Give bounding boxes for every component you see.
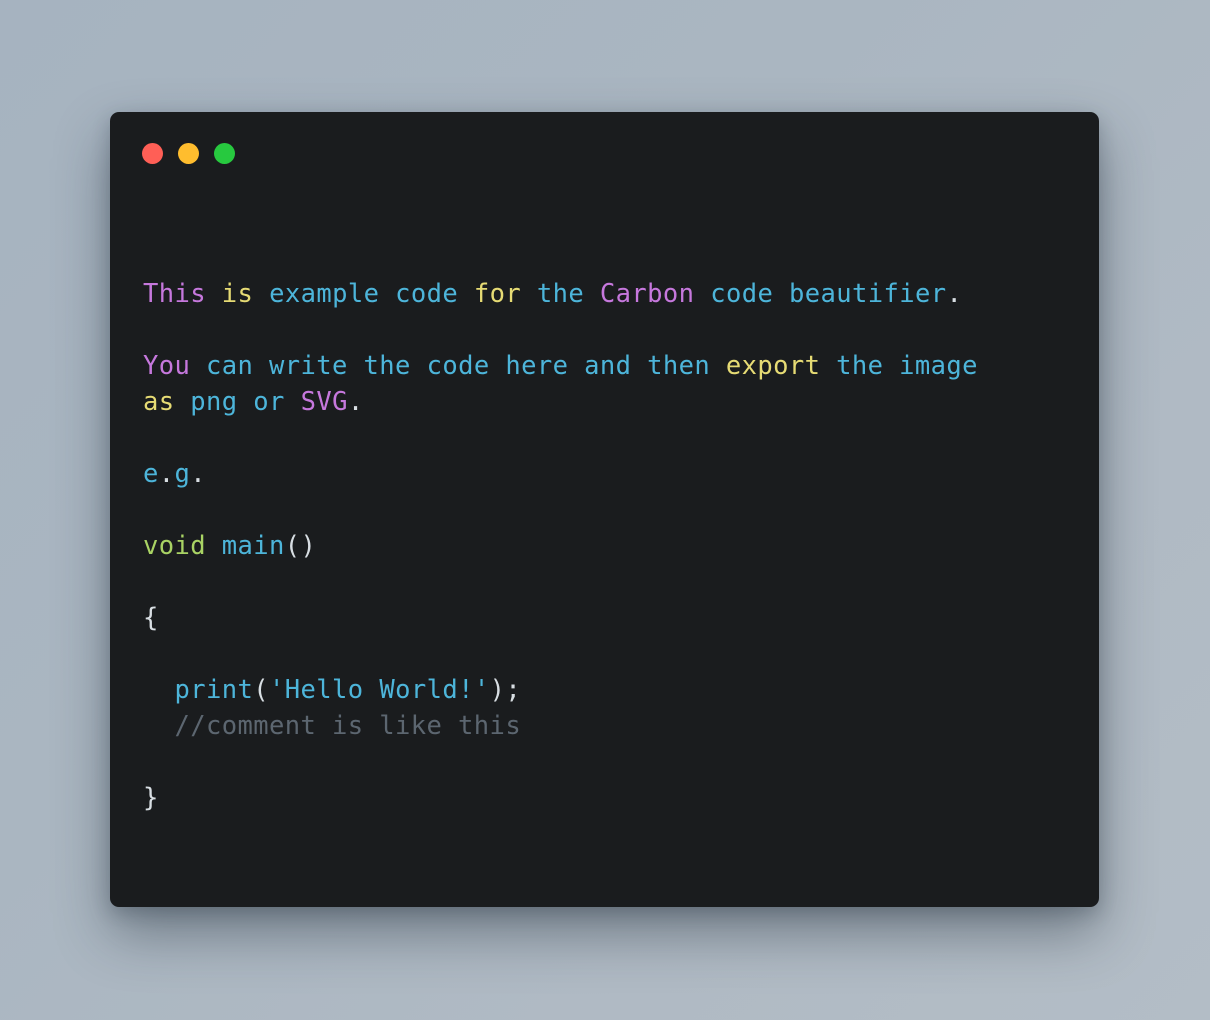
maximize-button-icon[interactable] — [214, 142, 235, 164]
code-lines: This is example code for the Carbon code… — [143, 276, 1085, 907]
code-token: the — [536, 279, 585, 309]
code-line: print('Hello World!'); — [143, 672, 1085, 708]
code-token: void — [143, 531, 207, 561]
code-token: e — [143, 459, 159, 489]
code-token: } — [143, 783, 159, 813]
code-token: . — [946, 279, 963, 309]
code-token: 'Hello World!' — [269, 675, 490, 705]
screen: This is example code for the Carbon code… — [0, 0, 1210, 1020]
code-line: as png or SVG. — [143, 384, 1085, 420]
code-line: You can write the code here and then exp… — [143, 348, 1085, 384]
code-line: void main() — [143, 528, 1085, 564]
window-titlebar — [142, 142, 235, 164]
code-token: . — [158, 459, 175, 489]
code-token: SVG — [300, 387, 348, 417]
code-token: Carbon — [599, 279, 695, 309]
code-token: You — [143, 351, 191, 381]
code-line: { — [143, 600, 1085, 636]
code-line: This is example code for the Carbon code… — [143, 276, 1085, 312]
code-token: . — [190, 459, 207, 489]
code-editor-area[interactable]: This is example code for the Carbon code… — [143, 204, 1085, 897]
code-token: is — [221, 279, 254, 309]
code-token: ( — [253, 675, 270, 705]
minimize-button-icon[interactable] — [178, 142, 199, 164]
close-button-icon[interactable] — [142, 142, 163, 164]
code-token: This — [143, 279, 207, 309]
code-line: e.g. — [143, 456, 1085, 492]
code-token: for — [473, 279, 522, 309]
code-token: code beautifier — [710, 279, 947, 309]
code-token: print — [174, 675, 254, 705]
code-line: } — [143, 780, 1085, 816]
code-token: can write the code here and then — [206, 351, 711, 381]
code-token: export — [725, 351, 821, 381]
code-line: //comment is like this — [143, 708, 1085, 744]
code-token: g — [174, 459, 191, 489]
code-token: () — [284, 531, 317, 561]
code-token: the image — [836, 351, 978, 381]
carbon-code-window[interactable]: This is example code for the Carbon code… — [110, 112, 1099, 907]
code-token: png or — [190, 387, 285, 417]
code-token: example code — [269, 279, 459, 309]
code-token: as — [143, 387, 175, 417]
code-token: //comment is like this — [143, 711, 522, 741]
code-token: . — [347, 387, 364, 417]
code-token: { — [143, 603, 159, 633]
code-token: ); — [489, 675, 522, 705]
code-token: main — [221, 531, 285, 561]
